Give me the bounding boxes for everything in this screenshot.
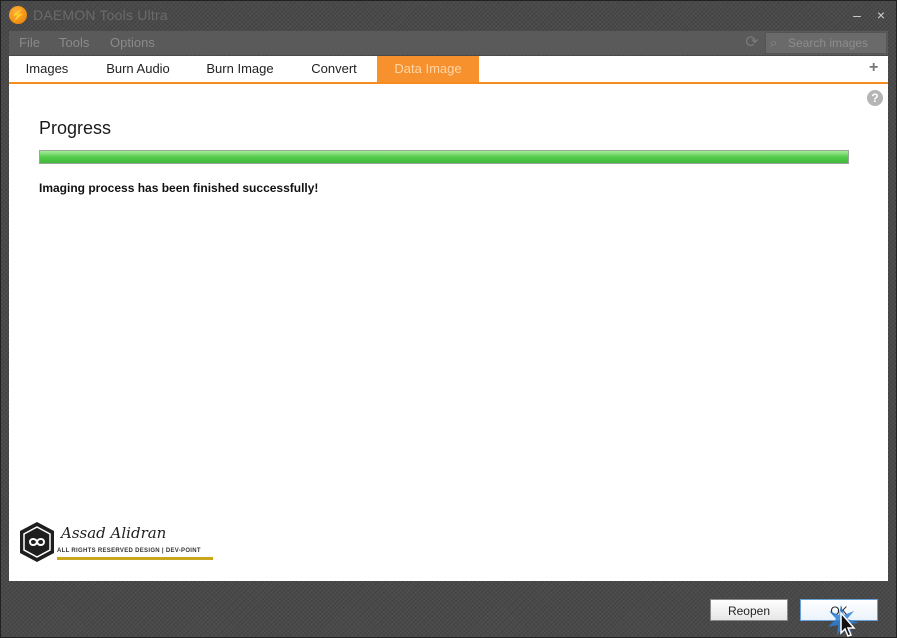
menu-tools[interactable]: Tools <box>59 35 89 50</box>
tab-burn-image[interactable]: Burn Image <box>199 56 281 82</box>
menu-options[interactable]: Options <box>110 35 155 50</box>
help-icon[interactable]: ? <box>867 90 883 106</box>
tab-burn-audio[interactable]: Burn Audio <box>97 56 179 82</box>
tab-images[interactable]: Images <box>15 56 79 82</box>
app-window: ⚡ DAEMON Tools Ultra – × File Tools Opti… <box>0 0 897 638</box>
watermark-underline <box>57 557 213 560</box>
footer-bar: Reopen OK <box>9 581 888 633</box>
minimize-button[interactable]: – <box>847 5 867 25</box>
menu-file[interactable]: File <box>19 35 40 50</box>
search-input[interactable] <box>788 35 884 51</box>
close-button[interactable]: × <box>871 5 891 25</box>
refresh-icon[interactable]: ⟳ <box>742 33 762 53</box>
search-box[interactable]: ⌕ <box>765 32 887 54</box>
status-message: Imaging process has been finished succes… <box>39 181 319 195</box>
section-title: Progress <box>39 118 112 138</box>
search-icon: ⌕ <box>770 35 778 50</box>
tab-data-image[interactable]: Data Image <box>377 56 479 82</box>
tab-convert[interactable]: Convert <box>301 56 367 82</box>
add-tab-icon[interactable]: + <box>869 59 878 77</box>
tab-bar: Images Burn Audio Burn Image Convert Dat… <box>9 56 888 84</box>
main-content: ? Progress Imaging process has been fini… <box>9 84 888 581</box>
title-bar: ⚡ DAEMON Tools Ultra – × <box>1 1 896 31</box>
mouse-cursor-icon <box>828 605 859 637</box>
reopen-button[interactable]: Reopen <box>710 599 788 621</box>
watermark-name: Assad Alidran <box>61 524 167 542</box>
watermark-logo: Assad Alidran ALL RIGHTS RESERVED DESIGN… <box>17 520 217 566</box>
watermark-subtitle: ALL RIGHTS RESERVED DESIGN | DEV-POINT <box>57 548 201 554</box>
watermark-hexagon-icon <box>20 522 54 562</box>
progress-bar <box>39 150 849 164</box>
daemon-logo-icon: ⚡ <box>9 6 27 24</box>
window-title: DAEMON Tools Ultra <box>33 7 168 23</box>
progress-bar-fill <box>40 151 848 163</box>
menu-bar: File Tools Options ⟳ ⌕ <box>9 31 888 55</box>
